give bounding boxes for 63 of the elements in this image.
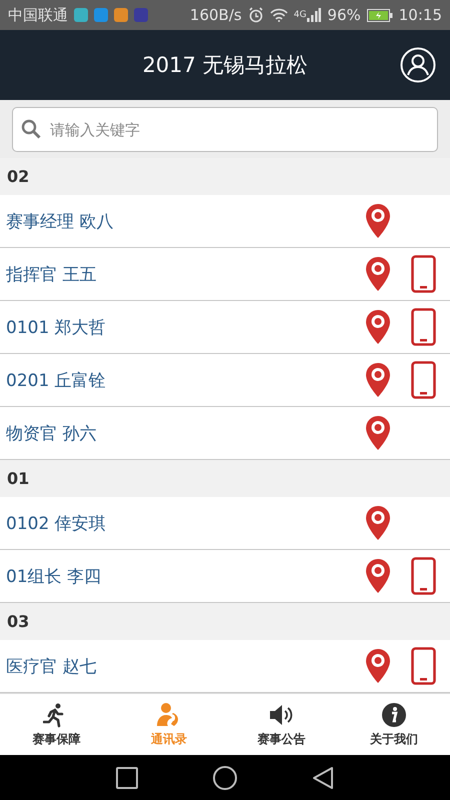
contact-row[interactable]: 指挥官 王五 (0, 248, 450, 301)
section-header: 01 (0, 460, 450, 497)
screen-title: 2017 无锡马拉松 (142, 52, 308, 79)
battery-percent: 96% (327, 6, 361, 24)
carrier-name: 中国联通 (8, 6, 68, 24)
contact-row[interactable]: 0102 倖安琪 (0, 497, 450, 550)
home-button[interactable] (213, 766, 237, 790)
contact-name: 物资官 孙六 (6, 422, 98, 444)
network-speed: 160B/s (190, 6, 242, 24)
phone-button[interactable] (411, 308, 436, 346)
contact-row[interactable]: 0101 郑大哲 (0, 301, 450, 354)
search-icon (21, 119, 41, 139)
map-pin-icon (365, 504, 391, 542)
nav-tab[interactable]: 关于我们 (338, 694, 450, 755)
user-icon (400, 47, 436, 83)
map-pin-icon (365, 202, 391, 240)
clock-time: 10:15 (398, 6, 442, 24)
phone-icon (411, 557, 436, 595)
profile-button[interactable] (400, 47, 436, 83)
contact-name: 0101 郑大哲 (6, 316, 107, 338)
search-field[interactable]: 请输入关键字 (12, 107, 438, 152)
phone-icon (411, 361, 436, 399)
location-button[interactable] (365, 648, 391, 684)
location-button[interactable] (365, 308, 391, 346)
contact-row[interactable]: 0201 丘富铨 (0, 354, 450, 407)
contact-row[interactable]: 赛事经理 欧八 (0, 195, 450, 248)
back-button[interactable] (312, 766, 334, 790)
location-button[interactable] (365, 558, 391, 594)
signal-icon (307, 8, 322, 22)
alarm-icon (248, 7, 264, 23)
wifi-icon (270, 8, 288, 22)
contact-name: 赛事经理 欧八 (6, 210, 114, 232)
map-pin-icon (365, 558, 391, 594)
section-header: 03 (0, 603, 450, 640)
location-button[interactable] (365, 202, 391, 240)
nav-tab[interactable]: 赛事公告 (225, 694, 338, 755)
phone-button[interactable] (411, 647, 436, 685)
map-pin-icon (365, 414, 391, 452)
contact-name: 01组长 李四 (6, 566, 102, 588)
location-button[interactable] (365, 362, 391, 398)
contact-name: 0201 丘富铨 (6, 370, 107, 392)
phone-button[interactable] (411, 255, 436, 293)
location-button[interactable] (365, 256, 391, 292)
location-button[interactable] (365, 504, 391, 542)
phone-icon (411, 647, 436, 685)
contact-name: 指挥官 王五 (6, 264, 98, 286)
contact-name: 医疗官 赵七 (6, 656, 98, 678)
phone-icon (411, 308, 436, 346)
location-button[interactable] (365, 414, 391, 452)
phone-button[interactable] (411, 361, 436, 399)
phone-icon (411, 255, 436, 293)
info-icon (380, 702, 407, 728)
recents-button[interactable] (116, 766, 138, 788)
battery-icon (366, 8, 393, 22)
map-pin-icon (365, 648, 391, 684)
map-pin-icon (365, 256, 391, 292)
phone-button[interactable] (411, 557, 436, 595)
network-type: 4G (294, 10, 306, 20)
section-header: 02 (0, 158, 450, 195)
map-pin-icon (365, 308, 391, 346)
contact-name: 0102 倖安琪 (6, 512, 107, 534)
map-pin-icon (365, 362, 391, 398)
nav-tab[interactable]: 赛事保障 (0, 694, 112, 755)
